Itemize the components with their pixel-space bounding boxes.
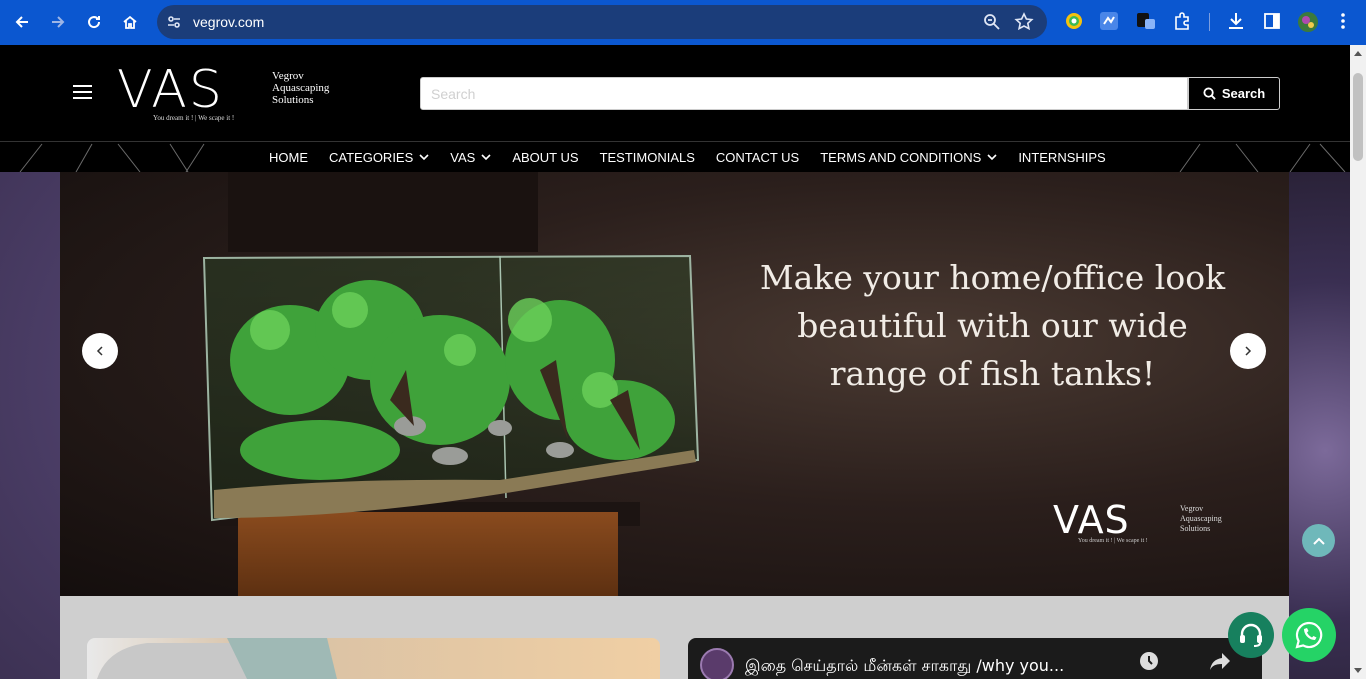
- logo-line: Aquascaping: [272, 82, 330, 94]
- whatsapp-button[interactable]: [1282, 608, 1336, 662]
- logo-tagline: You dream it ! | We scape it !: [1078, 538, 1148, 544]
- carousel-prev-button[interactable]: [82, 333, 118, 369]
- nav-item-contact-us[interactable]: CONTACT US: [716, 150, 799, 165]
- back-icon[interactable]: [8, 8, 36, 36]
- logo-mark: VAS: [117, 60, 224, 120]
- logo-company-name: Vegrov Aquascaping Solutions: [1180, 504, 1222, 534]
- forward-icon[interactable]: [44, 8, 72, 36]
- zoom-icon[interactable]: [982, 12, 1002, 32]
- support-chat-button[interactable]: [1228, 612, 1274, 658]
- logo-line: Vegrov: [272, 70, 304, 82]
- chevron-up-icon: [1312, 537, 1325, 545]
- share-icon[interactable]: [1208, 650, 1232, 672]
- side-panel-icon[interactable]: [1262, 11, 1284, 33]
- nav-label: HOME: [269, 149, 308, 165]
- nav-items: HOME CATEGORIES VAS ABOUT US TESTIMONIAL…: [269, 142, 1127, 172]
- chevron-right-icon: [1245, 346, 1252, 356]
- nav-item-about-us[interactable]: ABOUT US: [512, 150, 578, 165]
- youtube-video-embed[interactable]: இதை செய்தால் மீன்கள் சாகாது /why you...: [688, 638, 1262, 679]
- logo-line: Solutions: [272, 94, 314, 106]
- nav-item-terms[interactable]: TERMS AND CONDITIONS: [820, 150, 997, 165]
- toolbar-divider: [1209, 13, 1210, 31]
- chevron-left-icon: [96, 346, 103, 356]
- profile-avatar[interactable]: [1297, 11, 1319, 33]
- chevron-down-icon: [419, 154, 429, 161]
- aquarium-image: [202, 254, 700, 522]
- extension-icon[interactable]: [1136, 11, 1158, 33]
- nav-label: TESTIMONIALS: [599, 149, 695, 165]
- extension-icon[interactable]: [1064, 11, 1086, 33]
- whatsapp-icon: [1295, 621, 1323, 649]
- scroll-up-arrow-icon[interactable]: [1354, 51, 1362, 56]
- download-icon[interactable]: [1226, 11, 1248, 33]
- logo-line: Aquascaping: [1180, 514, 1222, 523]
- search-icon: [1203, 87, 1216, 100]
- nav-label: TERMS AND CONDITIONS: [820, 149, 982, 165]
- feature-image: [97, 638, 337, 679]
- nav-label: INTERNSHIPS: [1018, 149, 1106, 165]
- browser-toolbar: vegrov.com: [0, 0, 1366, 45]
- banner-headline: Make your home/office look beautiful wit…: [720, 254, 1265, 398]
- headset-icon: [1240, 623, 1262, 647]
- nav-item-internships[interactable]: INTERNSHIPS: [1018, 150, 1105, 165]
- nav-item-vas[interactable]: VAS: [450, 150, 491, 165]
- more-menu-icon[interactable]: [1333, 11, 1355, 33]
- video-title[interactable]: இதை செய்தால் மீன்கள் சாகாது /why you...: [745, 656, 1064, 677]
- main-nav: HOME CATEGORIES VAS ABOUT US TESTIMONIAL…: [0, 142, 1350, 172]
- headline-line: range of fish tanks!: [829, 354, 1156, 393]
- scroll-down-arrow-icon[interactable]: [1354, 668, 1362, 673]
- web-page: VAS Vegrov Aquascaping Solutions You dre…: [0, 45, 1350, 679]
- watch-later-icon[interactable]: [1138, 650, 1160, 672]
- content-section: இதை செய்தால் மீன்கள் சாகாது /why you...: [60, 596, 1289, 679]
- logo-company-name: Vegrov Aquascaping Solutions: [272, 70, 329, 106]
- headline-line: Make your home/office look: [759, 258, 1226, 297]
- menu-icon[interactable]: [73, 85, 92, 99]
- scroll-to-top-button[interactable]: [1302, 524, 1335, 557]
- banner-logo: VAS Vegrov Aquascaping Solutions You dre…: [1053, 500, 1253, 550]
- search-button[interactable]: Search: [1188, 77, 1280, 110]
- chevron-down-icon: [987, 154, 997, 161]
- reload-icon[interactable]: [80, 8, 108, 36]
- nav-label: ABOUT US: [512, 149, 579, 165]
- logo-mark: VAS: [1053, 498, 1130, 542]
- extensions-puzzle-icon[interactable]: [1172, 11, 1194, 33]
- banner-backdrop: [228, 172, 538, 252]
- headline-line: beautiful with our wide: [797, 306, 1188, 345]
- carousel-next-button[interactable]: [1230, 333, 1266, 369]
- page-scrollbar[interactable]: [1350, 45, 1366, 679]
- logo-line: Vegrov: [1180, 504, 1204, 513]
- url-text: vegrov.com: [193, 14, 265, 30]
- nav-label: CONTACT US: [715, 149, 800, 165]
- hero-carousel-slide: Make your home/office look beautiful wit…: [60, 172, 1289, 596]
- nav-label: CATEGORIES: [329, 149, 414, 165]
- logo-tagline: You dream it ! | We scape it !: [153, 114, 235, 122]
- address-bar[interactable]: vegrov.com: [157, 5, 1047, 39]
- nav-item-categories[interactable]: CATEGORIES: [329, 150, 429, 165]
- chevron-down-icon: [481, 154, 491, 161]
- scrollbar-thumb[interactable]: [1353, 73, 1363, 161]
- logo-line: Solutions: [1180, 524, 1211, 533]
- channel-avatar[interactable]: [700, 648, 734, 679]
- extension-icon[interactable]: [1099, 11, 1121, 33]
- home-icon[interactable]: [116, 8, 144, 36]
- site-header: VAS Vegrov Aquascaping Solutions You dre…: [0, 45, 1350, 142]
- bookmark-star-icon[interactable]: [1014, 12, 1034, 32]
- nav-item-home[interactable]: HOME: [269, 150, 308, 165]
- search-input[interactable]: [420, 77, 1188, 110]
- nav-item-testimonials[interactable]: TESTIMONIALS: [600, 150, 695, 165]
- feature-image-card[interactable]: [87, 638, 660, 679]
- site-info-icon[interactable]: [165, 13, 183, 31]
- nav-label: VAS: [450, 149, 476, 165]
- search-button-label: Search: [1221, 86, 1266, 101]
- site-logo[interactable]: VAS Vegrov Aquascaping Solutions You dre…: [117, 60, 347, 125]
